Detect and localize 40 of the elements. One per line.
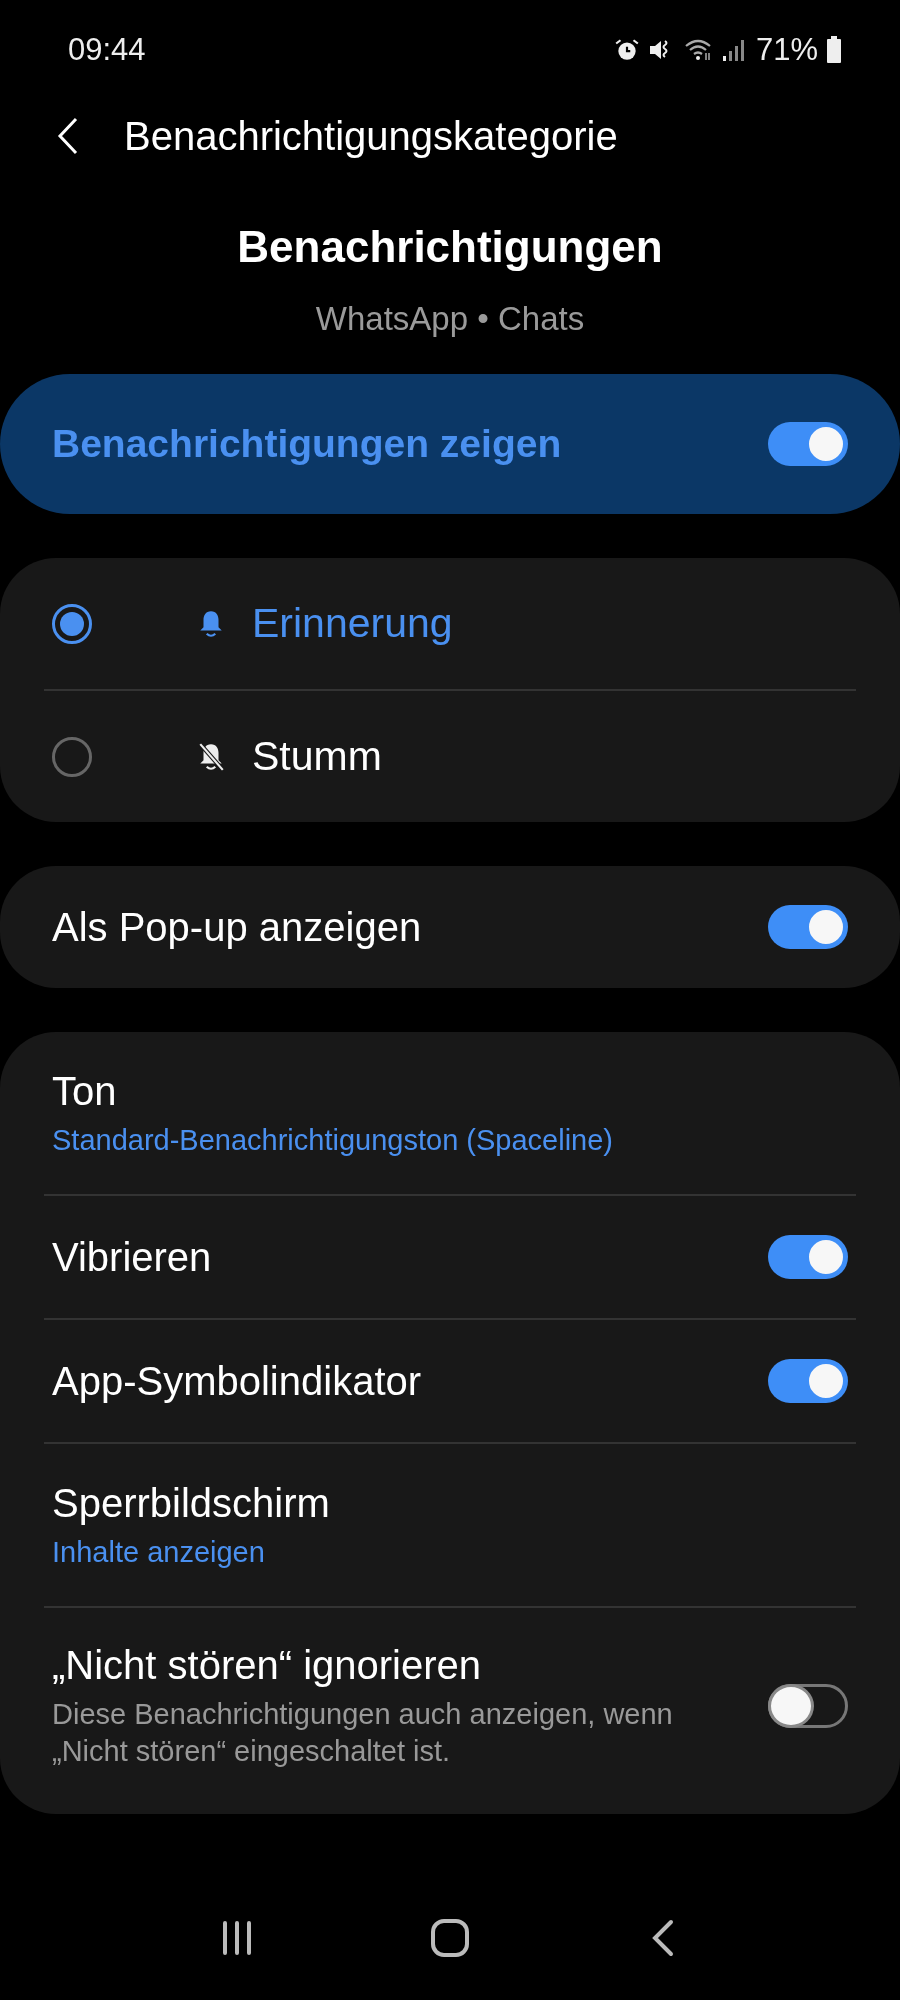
setting-label: App-Symbolindikator (52, 1358, 422, 1404)
setting-row[interactable]: Sperrbildschirm Inhalte anzeigen (44, 1444, 856, 1606)
page-heading: Benachrichtigungen (236, 222, 664, 272)
setting-row[interactable]: Vibrieren (44, 1196, 856, 1318)
setting-row[interactable]: App-Symbolindikator (44, 1320, 856, 1442)
option-label: Erinnerung (252, 600, 453, 647)
setting-label: „Nicht stören“ ignorieren (52, 1643, 483, 1689)
home-icon[interactable] (430, 1918, 470, 1958)
setting-label: Ton (52, 1069, 118, 1114)
radio-button[interactable] (52, 603, 92, 644)
signal-icon (721, 37, 744, 63)
alert-mode-option[interactable]: Stumm (44, 691, 856, 822)
option-label: Stumm (252, 733, 382, 780)
setting-label: Sperrbildschirm (52, 1481, 330, 1526)
bell-icon (198, 608, 224, 639)
toggle-switch[interactable] (768, 422, 848, 466)
toggle-switch[interactable] (768, 1684, 848, 1728)
setting-row[interactable]: Ton Standard-Benachrichtigungston (Spaceline) (44, 1032, 856, 1194)
setting-value: Standard-Benachrichtigungston (Spaceline) (52, 1124, 613, 1157)
setting-value: Inhalte anzeigen (52, 1536, 266, 1569)
back-icon[interactable] (56, 116, 80, 156)
popup-row[interactable]: Als Pop-up anzeigen (0, 866, 900, 988)
toggle-switch[interactable] (768, 905, 848, 949)
alarm-icon (613, 37, 640, 63)
setting-description: Diese Benachrichtigungen auch anzeigen, wenn „Nicht stören“ eingeschaltet ist. (52, 1697, 674, 1769)
screen-title: Benachrichtigungskategorie (124, 113, 618, 159)
page-subtitle: WhatsApp • Chats (314, 300, 586, 338)
master-switch-row[interactable]: Benachrichtigungen zeigen (0, 374, 900, 514)
radio-button[interactable] (52, 736, 92, 777)
master-switch-label: Benachrichtigungen zeigen (52, 422, 562, 466)
battery-level: 71% (755, 32, 818, 68)
setting-label: Vibrieren (52, 1234, 212, 1280)
setting-row[interactable]: „Nicht stören“ ignorieren Diese Benachrichtigungen auch anzeigen, wenn „Nicht stören“ eingeschaltet ist. (44, 1608, 856, 1814)
clock: 09:44 (68, 32, 146, 68)
toggle-switch[interactable] (768, 1359, 848, 1403)
muted-bell-icon (198, 741, 224, 772)
battery-icon (826, 36, 842, 64)
setting-label: Als Pop-up anzeigen (52, 904, 422, 950)
alert-mode-option[interactable]: Erinnerung (44, 558, 856, 689)
toggle-switch[interactable] (768, 1235, 848, 1279)
